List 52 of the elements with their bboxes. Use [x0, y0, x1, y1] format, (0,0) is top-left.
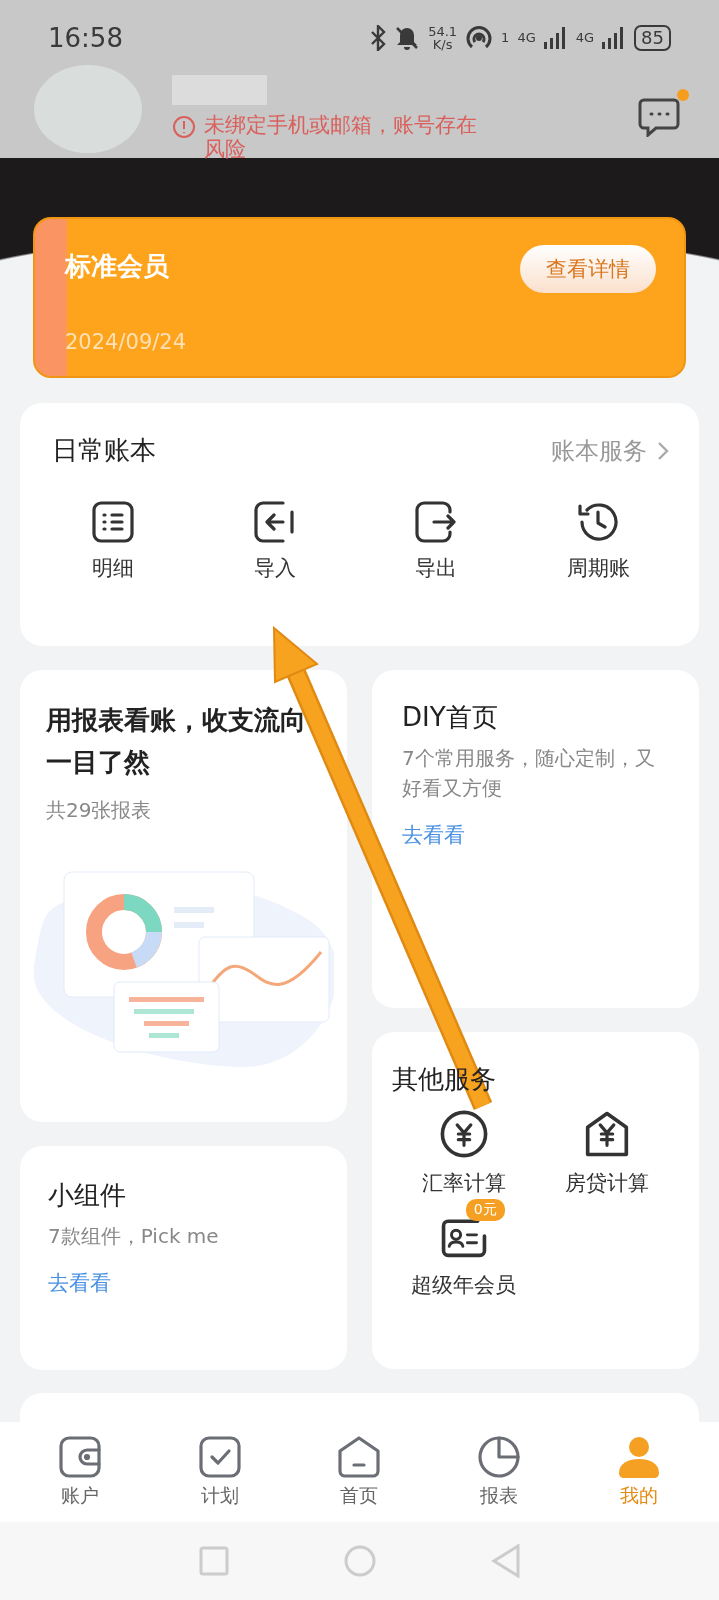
tab[interactable]: 首页 — [289, 1422, 430, 1522]
home-icon — [337, 1435, 382, 1479]
ledger-shortcut[interactable]: 导出 — [355, 500, 518, 582]
membership-title: 标准会员 — [65, 250, 169, 283]
hotspot-count: 1 — [501, 31, 510, 44]
tab[interactable]: 计划 — [149, 1422, 290, 1522]
ledger-shortcut[interactable]: 明细 — [32, 500, 194, 582]
membership-date: 2024/09/24 — [65, 330, 187, 354]
tab[interactable]: 报表 — [429, 1422, 570, 1522]
person-icon — [617, 1435, 662, 1479]
chevron-right-icon — [657, 440, 669, 461]
network-type: 4G — [517, 31, 536, 44]
section-title: 日常账本 — [52, 434, 156, 467]
widgets-card[interactable]: 小组件 7款组件，Pick me 去看看 — [20, 1146, 347, 1370]
account-warning: 未绑定手机或邮箱，账号存在风险 — [204, 113, 478, 162]
pie-chart-icon — [477, 1435, 522, 1479]
speed-unit: K/s — [432, 37, 453, 51]
card-description: 7款组件，Pick me — [48, 1223, 220, 1250]
list-icon — [90, 500, 135, 544]
home-circle-icon[interactable] — [343, 1545, 376, 1577]
bluetooth-icon — [370, 24, 387, 51]
clock-icon — [576, 500, 621, 544]
card-subtitle: 共29张报表 — [46, 797, 153, 825]
card-title: DIY首页 — [402, 701, 499, 734]
ledger-shortcut[interactable]: 周期账 — [517, 500, 679, 582]
network-type: 4G — [575, 31, 595, 44]
service-shortcut[interactable]: 0元 超级年会员 — [392, 1199, 536, 1299]
price-tag: 0元 — [465, 1199, 505, 1221]
yen-coin-icon — [438, 1109, 489, 1159]
clock-time: 16:58 — [48, 22, 123, 53]
warning-icon — [172, 115, 196, 139]
back-icon[interactable] — [490, 1544, 521, 1578]
diy-card[interactable]: DIY首页 7个常用服务，随心定制，又好看又方便 去看看 — [372, 670, 699, 1008]
service-shortcut[interactable]: 汇率计算 — [392, 1097, 536, 1197]
recents-icon[interactable] — [198, 1546, 229, 1576]
service-shortcut[interactable]: 房贷计算 — [535, 1097, 679, 1197]
battery-level: 85 — [634, 24, 671, 51]
hotspot-icon — [465, 24, 494, 51]
messages-button[interactable] — [637, 89, 689, 139]
speed-value: 54.1 — [428, 24, 458, 38]
export-icon — [414, 500, 459, 544]
wallet-icon — [57, 1435, 102, 1479]
signal-icon — [543, 26, 568, 49]
ledger-shortcut[interactable]: 导入 — [193, 500, 356, 582]
report-card[interactable]: 用报表看账，收支流向一目了然 共29张报表 — [20, 670, 347, 1122]
card-title: 用报表看账，收支流向一目了然 — [46, 704, 307, 779]
card-description: 7个常用服务，随心定制，又好看又方便 — [402, 745, 656, 802]
checkbox-icon — [197, 1435, 242, 1479]
tab[interactable]: 账户 — [10, 1422, 150, 1522]
chat-icon — [638, 97, 680, 137]
card-title: 小组件 — [48, 1179, 127, 1212]
import-icon — [252, 500, 297, 544]
